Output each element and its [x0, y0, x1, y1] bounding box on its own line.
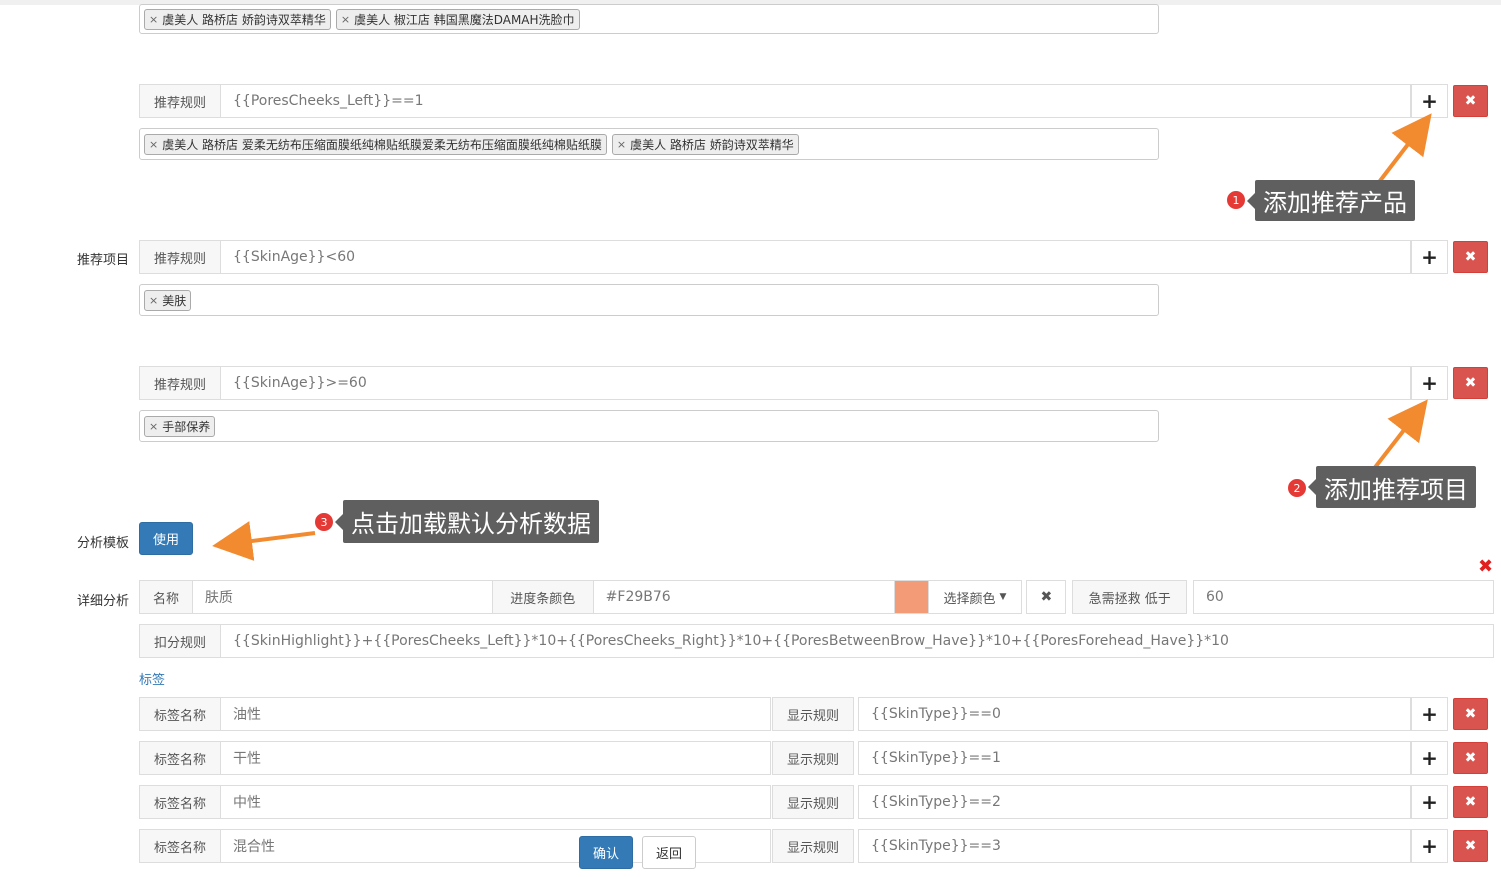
progress-color-input[interactable]: #F29B76 [593, 580, 895, 614]
add-tag-button[interactable]: + [1411, 697, 1448, 731]
times-icon: ✖ [1040, 589, 1053, 605]
show-rule-input[interactable]: {{SkinType}}==1 [858, 741, 1411, 775]
show-rule-group: 显示规则 {{SkinType}}==1 [772, 741, 1411, 775]
add-tag-button[interactable]: + [1411, 829, 1448, 863]
tag-name-label: 标签名称 [139, 741, 221, 775]
tag-name-input[interactable]: 干性 [221, 741, 771, 775]
choose-color-button[interactable]: 选择颜色 ▼ [928, 580, 1023, 614]
delete-tag-button[interactable]: ✖ [1453, 830, 1488, 862]
times-icon: ✖ [1464, 750, 1477, 766]
times-icon: ✖ [1464, 838, 1477, 854]
deduct-rule-group: 扣分规则 {{SkinHighlight}}+{{PoresCheeks_Lef… [139, 624, 1494, 658]
times-icon: ✖ [1464, 794, 1477, 810]
callout-load-default: 点击加载默认分析数据 [335, 500, 599, 543]
callout-add-project: 添加推荐项目 [1308, 466, 1476, 508]
urgent-threshold-input[interactable]: 60 [1192, 580, 1495, 614]
deduct-rule-label: 扣分规则 [139, 624, 221, 658]
show-rule-label: 显示规则 [772, 741, 854, 775]
add-tag-button[interactable]: + [1411, 785, 1448, 819]
tag-name-label: 标签名称 [139, 785, 221, 819]
plus-icon: + [1421, 702, 1438, 726]
clear-color-button[interactable]: ✖ [1026, 580, 1067, 614]
back-button[interactable]: 返回 [642, 836, 696, 869]
times-icon: ✖ [1464, 706, 1477, 722]
add-tag-button[interactable]: + [1411, 741, 1448, 775]
plus-icon: + [1421, 746, 1438, 770]
detail-analysis-label: 详细分析 [77, 594, 130, 609]
callout-add-product: 添加推荐产品 [1247, 180, 1415, 221]
callout-badge-3: 3 [314, 512, 334, 532]
show-rule-input[interactable]: {{SkinType}}==0 [858, 697, 1411, 731]
plus-icon: + [1421, 790, 1438, 814]
urgent-label: 急需拯救 低于 [1072, 580, 1187, 614]
delete-tag-button[interactable]: ✖ [1453, 742, 1488, 774]
remove-detail-icon[interactable]: ✖ [1478, 556, 1493, 577]
color-swatch [894, 580, 929, 614]
plus-icon: + [1421, 834, 1438, 858]
delete-tag-button[interactable]: ✖ [1453, 786, 1488, 818]
deduct-rule-input[interactable]: {{SkinHighlight}}+{{PoresCheeks_Left}}*1… [221, 624, 1494, 658]
show-rule-label: 显示规则 [772, 785, 854, 819]
delete-tag-button[interactable]: ✖ [1453, 698, 1488, 730]
show-rule-group: 显示规则 {{SkinType}}==3 [772, 829, 1411, 863]
detail-header-group: 名称 肤质 进度条颜色 #F29B76 选择颜色 ▼ ✖ 急需拯救 低于 60 [139, 580, 1495, 614]
tag-name-input[interactable]: 中性 [221, 785, 771, 819]
use-template-button[interactable]: 使用 [139, 522, 193, 555]
callout-badge-1: 1 [1226, 190, 1246, 210]
show-rule-label: 显示规则 [772, 829, 854, 863]
tag-name-input[interactable]: 油性 [221, 697, 771, 731]
arrow-2 [1371, 399, 1428, 472]
show-rule-input[interactable]: {{SkinType}}==3 [858, 829, 1411, 863]
tag-name-group: 标签名称 油性 [139, 697, 771, 731]
tag-name-group: 标签名称 中性 [139, 785, 771, 819]
tag-name-label: 标签名称 [139, 829, 221, 863]
show-rule-label: 显示规则 [772, 697, 854, 731]
show-rule-input[interactable]: {{SkinType}}==2 [858, 785, 1411, 819]
caret-down-icon: ▼ [999, 592, 1007, 602]
analysis-template-label: 分析模板 [77, 536, 130, 551]
tag-name-label: 标签名称 [139, 697, 221, 731]
name-label: 名称 [139, 580, 193, 614]
tags-section-title: 标签 [139, 673, 166, 688]
name-input[interactable]: 肤质 [192, 580, 493, 614]
progress-color-label: 进度条颜色 [492, 580, 594, 614]
tag-name-group: 标签名称 干性 [139, 741, 771, 775]
arrow-3 [212, 521, 316, 561]
callout-badge-2: 2 [1287, 478, 1307, 498]
show-rule-group: 显示规则 {{SkinType}}==2 [772, 785, 1411, 819]
show-rule-group: 显示规则 {{SkinType}}==0 [772, 697, 1411, 731]
confirm-button[interactable]: 确认 [579, 836, 633, 869]
